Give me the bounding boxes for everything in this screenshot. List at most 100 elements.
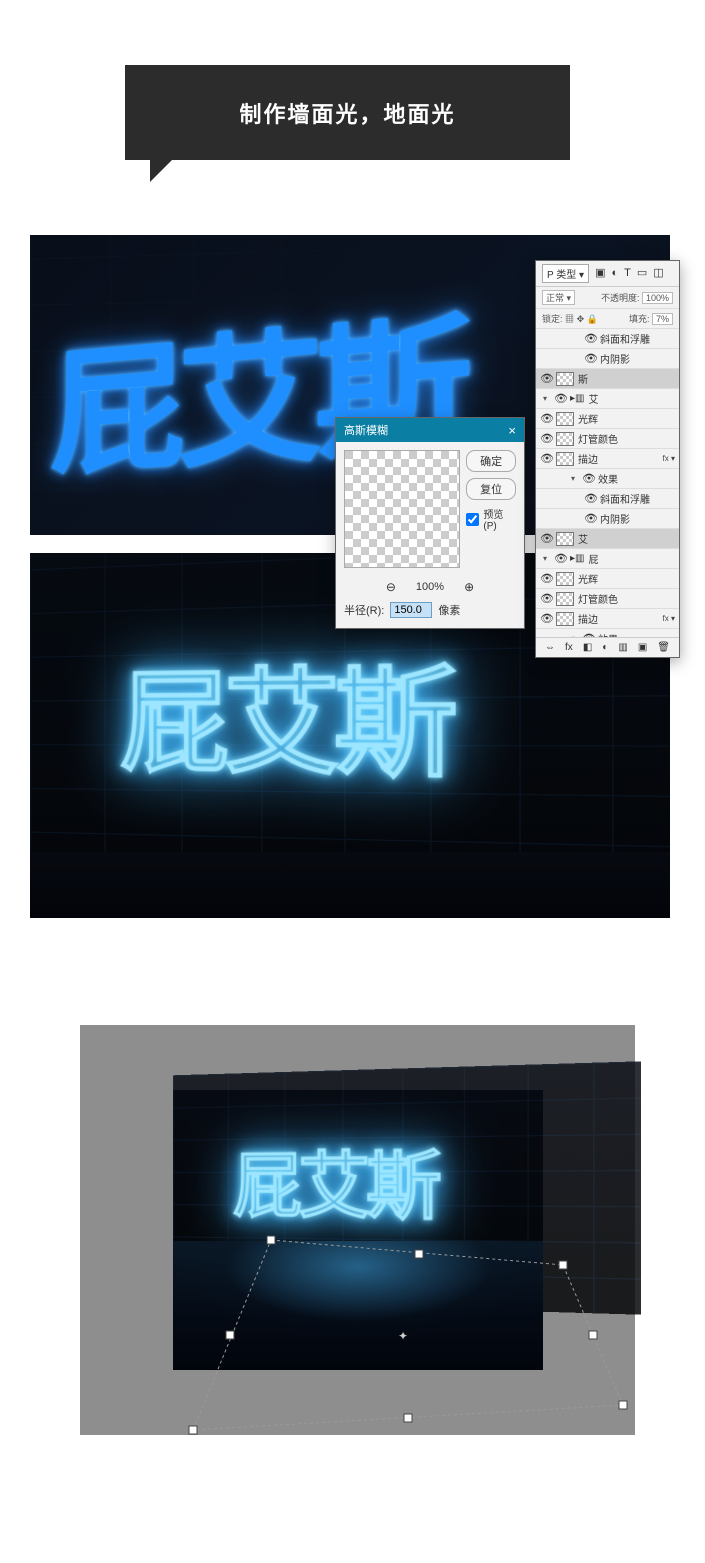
filter-shape-icon[interactable]: ▭ [637,268,647,279]
chevron-down-icon[interactable]: ▾ [540,394,550,403]
layer-thumb[interactable] [556,572,574,586]
layer-thumb[interactable] [556,592,574,606]
preview-checkbox[interactable]: 预览(P) [466,506,516,532]
visibility-toggle[interactable]: 👁 [584,492,596,505]
new-group-icon[interactable]: ▥ [618,642,627,653]
visibility-toggle[interactable]: 👁 [540,372,552,385]
layer-mask-icon[interactable]: ◧ [583,642,592,653]
layer-thumb[interactable] [556,372,574,386]
layer-row[interactable]: 👁艾 [536,529,679,549]
group-name: 屁 [588,551,598,566]
layer-effect[interactable]: 👁 内阴影 [536,349,679,369]
layers-panel: P 类型 ▾ ▣ ◐ T ▭ ◫ 正常 ▾ 不透明度: 100% 锁定: [535,260,680,658]
chevron-down-icon[interactable]: ▾ [568,634,578,637]
visibility-toggle[interactable]: 👁 [582,632,594,637]
filter-adjust-icon[interactable]: ◐ [612,268,619,279]
layer-filter-dropdown[interactable]: P 类型 ▾ [542,264,589,283]
visibility-toggle[interactable]: 👁 [540,532,552,545]
zoom-out-icon[interactable]: ⊖ [386,580,396,594]
fx-indicator[interactable]: fx ▾ [663,614,675,623]
new-layer-icon[interactable]: ▣ [638,642,647,653]
visibility-toggle[interactable]: 👁 [540,572,552,585]
layer-thumb[interactable] [556,432,574,446]
layer-row[interactable]: 👁斯 [536,369,679,389]
filter-text-icon[interactable]: T [624,268,631,279]
reset-button[interactable]: 复位 [466,478,516,500]
visibility-toggle[interactable]: 👁 [540,612,552,625]
blur-preview[interactable] [344,450,460,568]
zoom-in-icon[interactable]: ⊕ [464,580,474,594]
dialog-title: 高斯模糊 [344,422,388,438]
layer-thumb[interactable] [556,532,574,546]
screenshot-section-1: 屁艾斯 屁艾斯 高斯模糊 × 确定 复位 预览(P) [30,235,670,925]
screenshot-section-2: 屁艾斯 ✦ [80,1025,635,1435]
visibility-toggle[interactable]: 👁 [554,552,566,565]
section-title: 制作墙面光，地面光 [239,97,455,129]
layer-fx-icon[interactable]: fx [565,642,573,653]
ok-button[interactable]: 确定 [466,450,516,472]
layer-thumb[interactable] [556,612,574,626]
layer-thumb[interactable] [556,452,574,466]
layer-row[interactable]: 👁描边fx ▾ [536,449,679,469]
layer-row[interactable]: 👁 灯管颜色 [536,429,679,449]
layer-group[interactable]: ▾👁▸▥屁 [536,549,679,569]
transform-handle[interactable] [589,1331,597,1339]
layer-name: 灯管颜色 [578,431,618,446]
layer-effect[interactable]: 👁 斜面和浮雕 [536,329,679,349]
layer-row[interactable]: 👁 光辉 [536,409,679,429]
close-icon[interactable]: × [508,424,516,437]
dialog-titlebar[interactable]: 高斯模糊 × [336,418,524,442]
fill-field[interactable]: 7% [652,313,673,325]
layer-row[interactable]: 👁 描边 fx ▾ [536,609,679,629]
transform-handle[interactable] [189,1426,197,1434]
layer-effect[interactable]: 👁 斜面和浮雕 [536,489,679,509]
layer-thumb[interactable] [556,412,574,426]
visibility-toggle[interactable]: 👁 [582,472,594,485]
lock-all-icon[interactable]: 🔒 [587,314,598,324]
visibility-toggle[interactable]: 👁 [584,332,596,345]
layer-group[interactable]: ▾👁▸▥艾 [536,389,679,409]
visibility-toggle[interactable]: 👁 [554,392,566,405]
visibility-toggle[interactable]: 👁 [584,512,596,525]
effect-name: 斜面和浮雕 [600,491,650,506]
ps-canvas[interactable]: 屁艾斯 ✦ [173,1090,543,1370]
layer-row[interactable]: 👁光辉 [536,569,679,589]
layers-list: 👁斜面和浮雕👁内阴影👁斯▾👁▸▥艾👁光辉👁灯管颜色👁描边fx ▾▾👁效果👁斜面和… [536,329,679,637]
trash-icon[interactable]: 🗑 [657,642,670,653]
fx-header-label: 效果 [598,471,618,486]
visibility-toggle[interactable]: 👁 [540,592,552,605]
opacity-field[interactable]: 100% [642,292,673,304]
layer-effect[interactable]: 👁内阴影 [536,509,679,529]
lock-pixels-icon[interactable]: ▦ [565,314,574,324]
layer-row[interactable]: 👁灯管颜色 [536,589,679,609]
zoom-level: 100% [416,581,444,593]
layer-name: 描边 [578,611,598,626]
lock-position-icon[interactable]: ✥ [577,314,585,324]
group-name: 艾 [588,391,598,406]
chevron-down-icon[interactable]: ▾ [540,554,550,563]
layer-effects-header[interactable]: ▾ 👁 效果 [536,469,679,489]
transform-handle[interactable] [619,1401,627,1409]
blend-mode-dropdown[interactable]: 正常 ▾ [542,290,575,305]
layer-name: 光辉 [578,411,598,426]
effect-name: 内阴影 [600,351,630,366]
opacity-label: 不透明度: [601,293,640,303]
transform-handle[interactable] [404,1414,412,1422]
preview-checkbox-label: 预览(P) [483,506,516,532]
adjustment-layer-icon[interactable]: ◐ [602,642,608,653]
filter-smart-icon[interactable]: ◫ [653,268,663,279]
visibility-toggle[interactable]: 👁 [540,452,552,465]
radius-unit: 像素 [438,602,460,618]
visibility-toggle[interactable]: 👁 [584,352,596,365]
radius-input[interactable] [390,602,432,618]
layer-effects-header[interactable]: ▾👁效果 [536,629,679,637]
visibility-toggle[interactable]: 👁 [540,412,552,425]
filter-image-icon[interactable]: ▣ [595,268,605,279]
effect-name: 斜面和浮雕 [600,331,650,346]
visibility-toggle[interactable]: 👁 [540,432,552,445]
link-layers-icon[interactable]: ⇔ [545,642,555,653]
preview-checkbox-input[interactable] [466,513,479,526]
chevron-down-icon[interactable]: ▾ [568,474,578,483]
fx-indicator[interactable]: fx ▾ [663,454,675,463]
floor-light [173,1241,543,1370]
